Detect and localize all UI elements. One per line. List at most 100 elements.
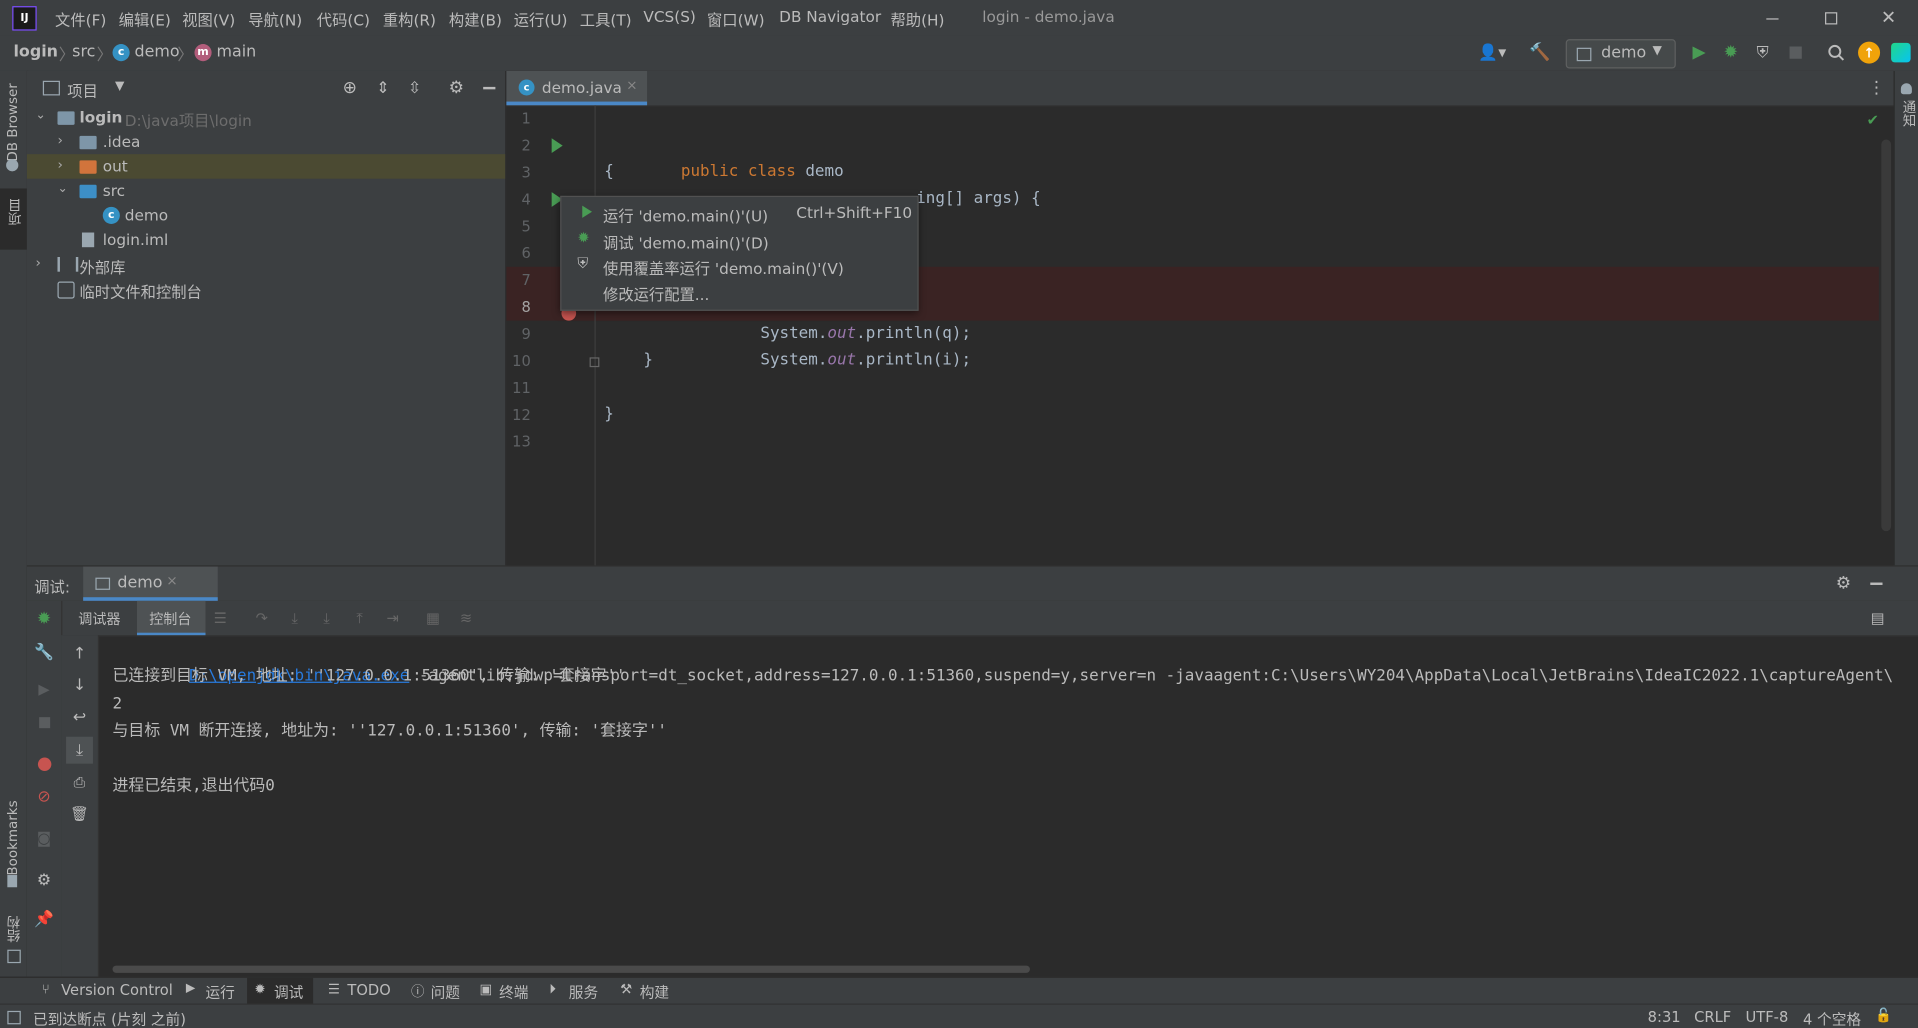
frames-icon[interactable]: ☰ <box>210 608 230 628</box>
tool-debug[interactable]: ✹ 调试 <box>247 977 314 1005</box>
fold-icon[interactable] <box>589 357 600 368</box>
project-panel-title[interactable]: 项目 <box>67 78 98 101</box>
step-out-icon[interactable]: ⤒ <box>350 608 370 628</box>
inspection-ok-icon[interactable]: ✔ <box>1867 111 1879 128</box>
tree-item-out[interactable]: › out <box>26 154 506 179</box>
console-h-scrollbar[interactable] <box>112 965 1030 973</box>
step-into-icon[interactable]: ⤓ <box>285 608 305 628</box>
tree-item-login[interactable]: ⌄ login D:\java项目\login <box>27 105 505 130</box>
gear-icon[interactable]: ⚙ <box>1832 573 1854 595</box>
tool-terminal[interactable]: ▣ 终端 <box>475 978 536 1005</box>
force-step-into-icon[interactable]: ⤓ <box>317 608 337 628</box>
close-icon[interactable]: ✕ <box>1878 5 1900 29</box>
tree-item-src[interactable]: ⌄ src <box>27 179 505 203</box>
menu-code[interactable]: 代码(C) <box>317 7 370 30</box>
status-encoding[interactable]: UTF-8 <box>1746 1008 1789 1025</box>
run-to-cursor-icon[interactable]: ⇥ <box>383 608 403 628</box>
editor-scrollbar[interactable] <box>1881 139 1892 532</box>
menu-vcs[interactable]: VCS(S) <box>643 7 695 25</box>
chevron-down-icon[interactable]: ⌄ <box>35 109 45 122</box>
status-caret-position[interactable]: 8:31 <box>1648 1008 1681 1025</box>
update-icon[interactable]: ↑ <box>1858 41 1881 64</box>
hide-icon[interactable] <box>478 77 500 99</box>
notifications-tab[interactable]: 通知 <box>1898 100 1918 127</box>
popup-debug-item[interactable]: ✹ 调试 'demo.main()'(D) <box>561 226 917 252</box>
evaluate-icon[interactable]: ▦ <box>423 608 443 628</box>
tool-services[interactable]: ⏵ 服务 <box>544 978 605 1005</box>
debug-icon[interactable]: ✹ <box>1720 42 1742 64</box>
tree-item-login-iml[interactable]: login.iml <box>27 228 505 252</box>
menu-build[interactable]: 构建(B) <box>449 7 502 30</box>
tree-item-external-libraries[interactable]: › 外部库 <box>27 252 505 277</box>
tool-version-control[interactable]: ⑂ Version Control <box>37 978 173 1005</box>
hide-icon[interactable] <box>1865 573 1887 595</box>
layout-toggle-icon[interactable] <box>7 1010 21 1025</box>
breadcrumb-method[interactable]: main <box>217 43 257 61</box>
tool-build[interactable]: ⚒ 构建 <box>615 978 676 1005</box>
chevron-down-icon[interactable]: ▼ <box>115 80 124 93</box>
breadcrumb-project[interactable]: login <box>13 43 58 61</box>
menu-navigate[interactable]: 导航(N) <box>248 7 302 30</box>
console-output[interactable]: D:\openjdk\bin\java.exe -agentlib:jdwp=t… <box>27 635 1918 978</box>
run-icon[interactable]: ▶ <box>1688 42 1710 64</box>
debug-bug-icon[interactable]: ✹ <box>33 608 55 630</box>
menu-refactor[interactable]: 重构(R) <box>383 7 436 30</box>
menu-run[interactable]: 运行(U) <box>514 7 568 30</box>
menu-tools[interactable]: 工具(T) <box>580 7 632 30</box>
popup-run-item[interactable]: 运行 'demo.main()'(U) Ctrl+Shift+F10 <box>561 199 917 225</box>
breadcrumb-src[interactable]: src <box>72 43 95 61</box>
build-hammer-icon[interactable]: 🔨 <box>1529 42 1551 64</box>
tree-item-scratches[interactable]: 临时文件和控制台 <box>27 277 505 301</box>
menu-window[interactable]: 窗口(W) <box>707 7 765 30</box>
tree-item-demo[interactable]: c demo <box>27 203 505 227</box>
tab-debugger[interactable]: 调试器 <box>78 609 120 629</box>
structure-tab[interactable]: 结构 <box>5 915 25 942</box>
tree-item-idea[interactable]: › .idea <box>27 130 505 154</box>
code-area[interactable]: 1 2 3 4 5 6 7 8 9 10 11 12 13 public cla… <box>506 105 1879 566</box>
bookmarks-tab[interactable]: Bookmarks <box>5 800 21 875</box>
search-icon[interactable] <box>1825 42 1847 64</box>
menu-view[interactable]: 视图(V) <box>182 7 235 30</box>
close-tab-icon[interactable]: × <box>626 77 637 93</box>
restore-icon[interactable] <box>1820 7 1842 29</box>
minimize-icon[interactable] <box>1761 7 1783 29</box>
step-over-icon[interactable]: ↷ <box>252 608 272 628</box>
breadcrumb-class[interactable]: demo <box>135 43 180 61</box>
chevron-right-icon[interactable]: › <box>57 157 62 173</box>
menu-db-navigator[interactable]: DB Navigator <box>779 7 881 25</box>
lock-icon[interactable]: 🔓 <box>1875 1007 1892 1023</box>
popup-coverage-item[interactable]: ⛨ 使用覆盖率运行 'demo.main()'(V) <box>561 252 917 278</box>
tool-run[interactable]: ▶ 运行 <box>181 978 242 1005</box>
popup-modify-config-item[interactable]: 修改运行配置... <box>561 278 917 303</box>
coverage-icon[interactable]: ⛨ <box>1752 42 1774 64</box>
tool-problems[interactable]: ⓘ 问题 <box>406 978 467 1005</box>
jetbrains-icon[interactable] <box>1891 42 1911 63</box>
user-icon[interactable]: 👤▾ <box>1475 42 1509 64</box>
chevron-right-icon[interactable]: › <box>35 255 40 271</box>
menu-help[interactable]: 帮助(H) <box>890 7 944 30</box>
status-message[interactable]: 已到达断点 (片刻 之前) <box>33 1008 186 1028</box>
locate-icon[interactable]: ⊕ <box>339 77 361 99</box>
run-config-selector[interactable]: demo ▼ <box>1565 39 1676 69</box>
close-tab-icon[interactable]: × <box>166 573 177 589</box>
db-browser-tab[interactable]: DB Browser <box>5 83 21 161</box>
chevron-right-icon[interactable]: › <box>57 132 62 148</box>
run-gutter-icon[interactable] <box>551 138 563 153</box>
gear-icon[interactable]: ⚙ <box>445 77 467 99</box>
more-options-icon[interactable]: ⋮ <box>1868 77 1885 99</box>
chevron-down-icon[interactable]: ⌄ <box>57 182 67 195</box>
menu-edit[interactable]: 编辑(E) <box>119 7 171 30</box>
tool-todo[interactable]: ☰ TODO <box>323 978 396 1005</box>
trace-icon[interactable]: ≋ <box>456 608 476 628</box>
collapse-all-icon[interactable]: ⇳ <box>404 77 426 99</box>
menu-file[interactable]: 文件(F) <box>55 7 106 30</box>
status-indent[interactable]: 4 个空格 <box>1803 1008 1861 1028</box>
status-line-separator[interactable]: CRLF <box>1694 1008 1731 1025</box>
layout-icon[interactable]: ▤ <box>1868 608 1888 628</box>
expand-all-icon[interactable]: ⇕ <box>372 77 394 99</box>
notifications-icon[interactable] <box>1900 83 1912 95</box>
stop-icon[interactable] <box>1785 42 1807 64</box>
tab-console[interactable]: 控制台 <box>136 600 206 636</box>
editor-tab-demo[interactable]: c demo.java × <box>506 70 648 106</box>
project-tab[interactable]: 项目 <box>0 188 27 250</box>
